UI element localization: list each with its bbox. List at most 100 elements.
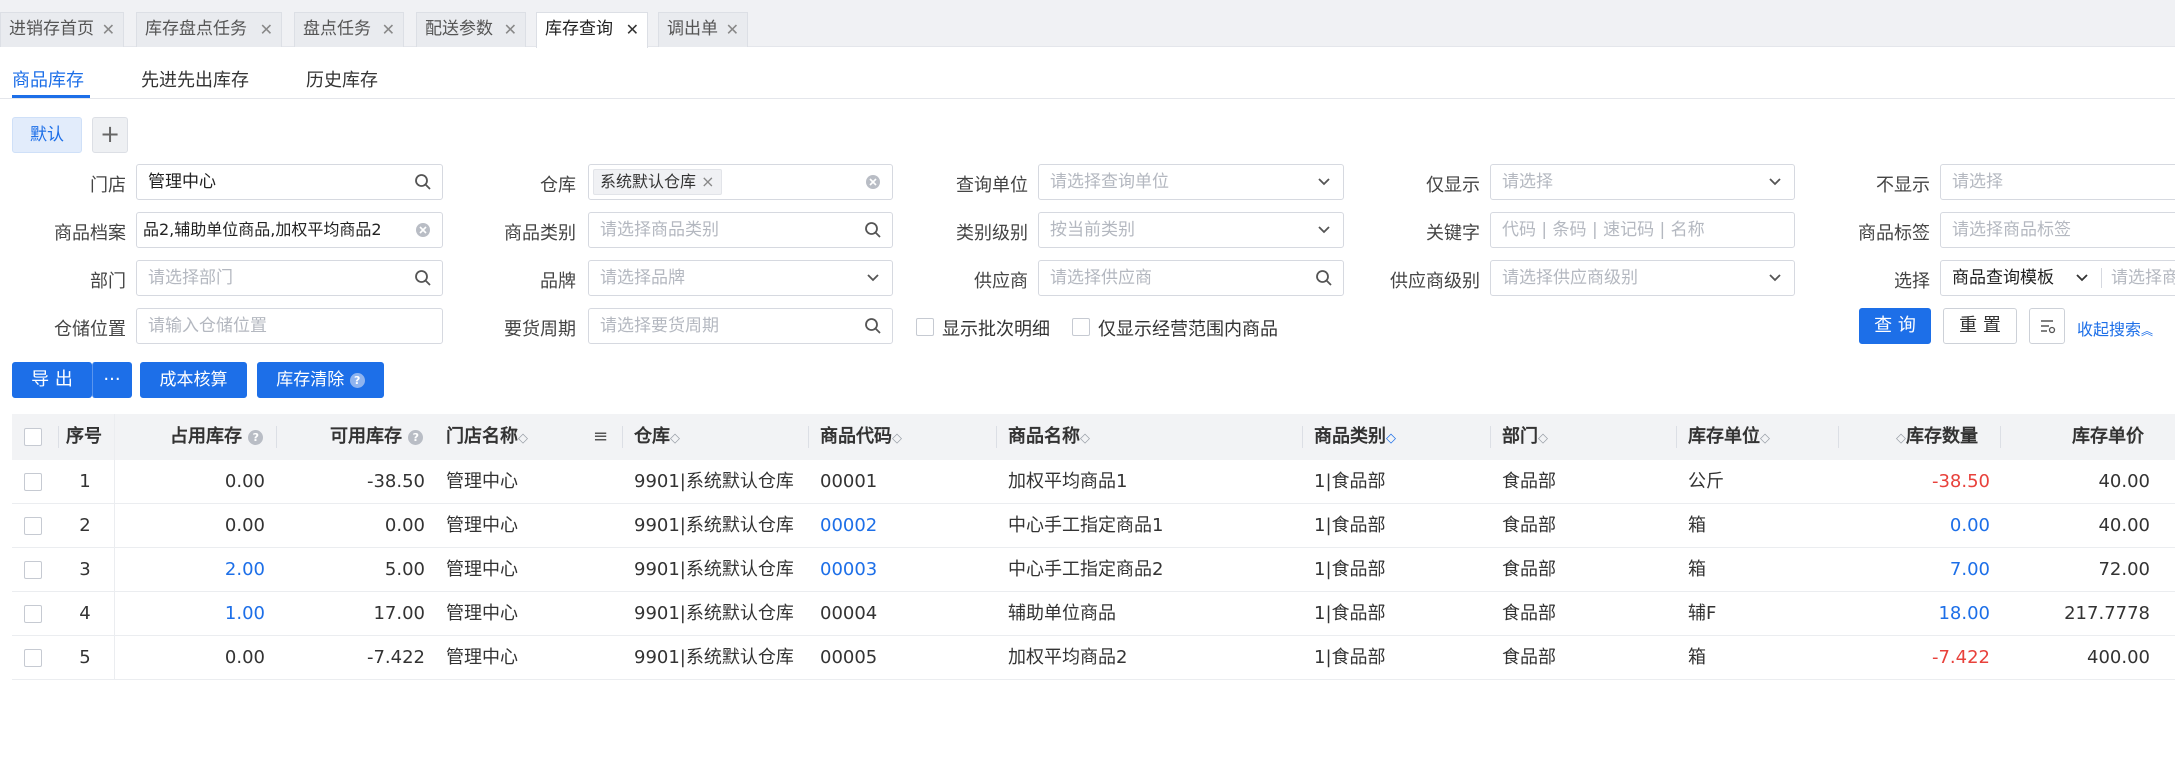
subtab-product-stock[interactable]: 商品库存 — [12, 66, 84, 92]
close-icon[interactable]: ✕ — [726, 13, 739, 46]
cell-occupied[interactable]: 2.00 — [150, 548, 265, 592]
row-checkbox[interactable] — [24, 649, 42, 667]
clear-icon[interactable] — [414, 221, 432, 239]
col-unit-label: 库存单位 — [1688, 426, 1760, 447]
cell-code[interactable]: 00002 — [820, 504, 990, 548]
col-occupied[interactable]: 占用库存 ? — [170, 414, 264, 460]
cell-qty[interactable]: -7.422 — [1860, 636, 1990, 680]
category-field[interactable]: 请选择商品类别 — [588, 212, 893, 248]
close-icon[interactable]: ✕ — [504, 13, 517, 46]
cell-name: 中心手工指定商品1 — [1008, 515, 1164, 536]
tag-remove-icon[interactable]: × — [701, 172, 714, 191]
export-button[interactable]: 导 出 — [12, 362, 92, 398]
cell-name: 加权平均商品2 — [1008, 647, 1128, 668]
search-icon[interactable] — [864, 221, 882, 239]
store-label: 门店 — [90, 175, 126, 196]
tab-count-task[interactable]: 盘点任务 ✕ — [294, 12, 404, 47]
col-qty[interactable]: ◇库存数量 — [1896, 414, 1978, 460]
search-icon[interactable] — [864, 317, 882, 335]
col-code[interactable]: 商品代码◇ — [820, 414, 902, 460]
cell-code[interactable]: 00005 — [820, 636, 990, 680]
close-icon[interactable]: ✕ — [382, 13, 395, 46]
tab-stocktake-task[interactable]: 库存盘点任务 ✕ — [136, 12, 282, 47]
tab-inventory-home[interactable]: 进销存首页 ✕ — [0, 12, 124, 47]
warehouse-field[interactable]: 系统默认仓库 × — [588, 164, 893, 200]
query-unit-select[interactable]: 请选择查询单位 — [1038, 164, 1344, 200]
supplier-placeholder: 请选择供应商 — [1050, 268, 1152, 288]
cycle-field[interactable]: 请选择要货周期 — [588, 308, 893, 344]
cost-accounting-button[interactable]: 成本核算 — [140, 362, 247, 398]
tab-stock-query[interactable]: 库存查询 ✕ — [536, 12, 648, 48]
cell-occupied[interactable]: 0.00 — [150, 636, 265, 680]
export-more-button[interactable]: ··· — [92, 362, 132, 398]
scope-only-checkbox[interactable] — [1072, 318, 1090, 336]
row-checkbox[interactable] — [24, 473, 42, 491]
close-icon[interactable]: ✕ — [260, 13, 273, 46]
sort-icon: ◇ — [670, 431, 680, 446]
cell-price: 72.00 — [2098, 559, 2150, 580]
template-select[interactable]: 商品查询模板 请选择商 — [1940, 260, 2175, 296]
col-store[interactable]: 门店名称◇ — [446, 414, 528, 460]
cell-qty[interactable]: 18.00 — [1860, 592, 1990, 636]
menu-icon[interactable]: ≡ — [593, 414, 608, 460]
cell-code[interactable]: 00001 — [820, 460, 990, 504]
row-checkbox[interactable] — [24, 517, 42, 535]
cell-warehouse: 9901|系统默认仓库 — [634, 603, 794, 624]
brand-select[interactable]: 请选择品牌 — [588, 260, 893, 296]
search-icon[interactable] — [1315, 269, 1333, 287]
search-icon[interactable] — [414, 269, 432, 287]
cell-qty[interactable]: 0.00 — [1860, 504, 1990, 548]
col-code-label: 商品代码 — [820, 426, 892, 447]
cell-code[interactable]: 00003 — [820, 548, 990, 592]
view-default-chip[interactable]: 默认 — [12, 117, 82, 153]
column-settings-button[interactable] — [2029, 308, 2065, 344]
col-dept[interactable]: 部门◇ — [1502, 414, 1548, 460]
cell-occupied[interactable]: 0.00 — [150, 460, 265, 504]
collapse-search-link[interactable]: 收起搜索︽ — [2077, 316, 2153, 340]
cell-unit: 箱 — [1688, 647, 1706, 668]
clear-stock-button[interactable]: 库存清除 ? — [257, 362, 384, 398]
col-available[interactable]: 可用库存 ? — [330, 414, 424, 460]
store-field[interactable]: 管理中心 — [136, 164, 443, 200]
cell-qty[interactable]: 7.00 — [1860, 548, 1990, 592]
cell-code[interactable]: 00004 — [820, 592, 990, 636]
tab-transfer-out[interactable]: 调出单 ✕ — [658, 12, 748, 47]
category-level-select[interactable]: 按当前类别 — [1038, 212, 1344, 248]
subtab-fifo-stock[interactable]: 先进先出库存 — [141, 66, 249, 92]
keyword-input[interactable]: 代码 | 条码 | 速记码 | 名称 — [1490, 212, 1795, 248]
row-checkbox[interactable] — [24, 561, 42, 579]
close-icon[interactable]: ✕ — [102, 13, 115, 46]
dept-field[interactable]: 请选择部门 — [136, 260, 443, 296]
select-all-checkbox[interactable] — [24, 428, 42, 446]
cell-occupied[interactable]: 1.00 — [150, 592, 265, 636]
cell-occupied[interactable]: 0.00 — [150, 504, 265, 548]
only-show-select[interactable]: 请选择 — [1490, 164, 1795, 200]
cell-warehouse: 9901|系统默认仓库 — [634, 559, 794, 580]
cell-seq: 5 — [79, 647, 91, 668]
search-icon[interactable] — [414, 173, 432, 191]
supplier-field[interactable]: 请选择供应商 — [1038, 260, 1344, 296]
add-view-button[interactable]: + — [92, 117, 128, 153]
supplier-level-select[interactable]: 请选择供应商级别 — [1490, 260, 1795, 296]
query-button[interactable]: 查 询 — [1859, 308, 1931, 344]
reset-button[interactable]: 重 置 — [1943, 308, 2017, 344]
category-level-placeholder: 按当前类别 — [1050, 220, 1135, 240]
col-warehouse[interactable]: 仓库◇ — [634, 414, 680, 460]
clear-icon[interactable] — [864, 173, 882, 191]
close-icon[interactable]: ✕ — [626, 13, 639, 46]
cell-qty[interactable]: -38.50 — [1860, 460, 1990, 504]
col-name[interactable]: 商品名称◇ — [1008, 414, 1090, 460]
tab-delivery-params[interactable]: 配送参数 ✕ — [416, 12, 526, 47]
subtab-history-stock[interactable]: 历史库存 — [306, 66, 378, 92]
hide-select[interactable]: 请选择 — [1940, 164, 2175, 200]
row-checkbox[interactable] — [24, 605, 42, 623]
col-category[interactable]: 商品类别◇ — [1314, 414, 1396, 460]
product-tag-select[interactable]: 请选择商品标签 — [1940, 212, 2175, 248]
cell-unit: 公斤 — [1688, 471, 1724, 492]
product-tag-label: 商品标签 — [1858, 223, 1930, 244]
product-field[interactable]: 品2,辅助单位商品,加权平均商品2 — [136, 212, 443, 248]
batch-detail-checkbox[interactable] — [916, 318, 934, 336]
location-input[interactable]: 请输入仓储位置 — [136, 308, 443, 344]
warehouse-label: 仓库 — [540, 175, 576, 196]
col-unit[interactable]: 库存单位◇ — [1688, 414, 1770, 460]
